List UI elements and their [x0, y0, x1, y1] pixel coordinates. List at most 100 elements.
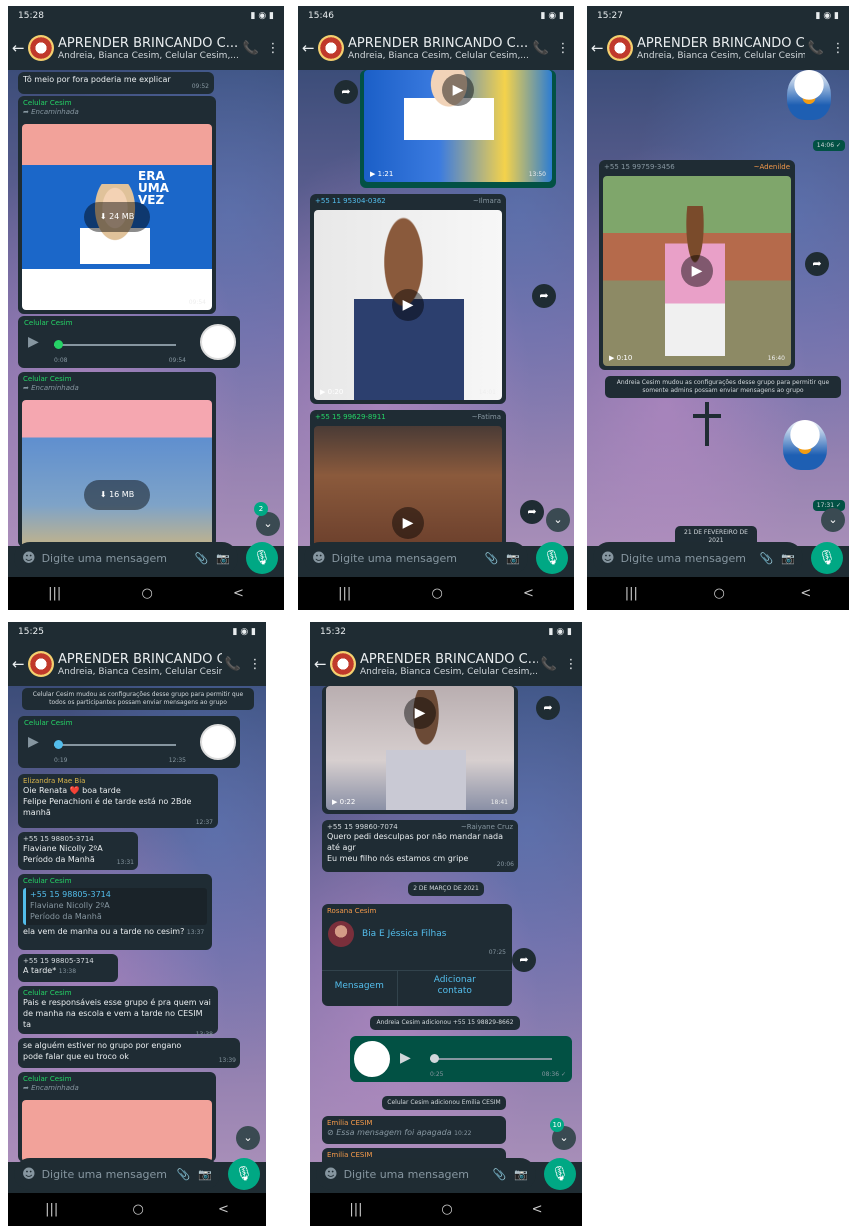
mic-button[interactable]: 🎙 [544, 1158, 576, 1190]
back-icon[interactable]: ← [12, 655, 26, 673]
forward-button[interactable]: ➦ [532, 284, 556, 308]
mic-button[interactable]: 🎙 [811, 542, 843, 574]
emoji-icon[interactable]: ☻ [324, 1167, 338, 1182]
attach-icon[interactable]: 📎 [195, 552, 209, 565]
recents-icon[interactable]: ||| [48, 586, 61, 601]
audio-message[interactable]: ▶ 0:25 08:36 ✓ [350, 1036, 572, 1082]
nav-back-icon[interactable]: < [800, 586, 811, 601]
add-call-icon[interactable]: 📞 [240, 41, 262, 56]
contact-row[interactable]: Bia E Jéssica Filhas [322, 919, 512, 949]
message-bubble[interactable]: +55 15 99860-7074 ~Raiyane Cruz Quero ped… [322, 820, 518, 872]
group-title-area[interactable]: APRENDER BRINCANDO C... Andreia, Bianca C… [58, 652, 222, 677]
camera-icon[interactable]: 📷 [514, 1168, 528, 1181]
video-thumbnail[interactable]: ▶ ▶ 1:21 13:50 [364, 70, 552, 182]
group-avatar[interactable] [607, 35, 633, 61]
attach-icon[interactable]: 📎 [485, 552, 499, 565]
video-message[interactable]: +55 15 99629-8911 ~Fatima ▶ [310, 410, 506, 546]
recents-icon[interactable]: ||| [45, 1202, 58, 1217]
forward-button[interactable]: ➦ [520, 500, 544, 524]
menu-icon[interactable]: ⋮ [827, 41, 849, 56]
video-thumbnail[interactable]: ▶ ▶ 0:20 14:01 [314, 210, 502, 400]
group-avatar[interactable] [318, 35, 344, 61]
camera-icon[interactable]: 📷 [198, 1168, 212, 1181]
play-icon[interactable]: ▶ [442, 74, 474, 106]
menu-icon[interactable]: ⋮ [552, 41, 574, 56]
audio-track[interactable] [54, 344, 176, 346]
audio-seek-dot[interactable] [430, 1054, 439, 1063]
video-message[interactable]: +55 15 99759-3456 ~Adenilde ▶ ▶ 0:10 16:40 [599, 160, 795, 370]
audio-message[interactable]: Celular Cesim ▶ 0:19 12:35 [18, 716, 240, 768]
group-title-area[interactable]: APRENDER BRINCANDO C... Andreia, Bianca C… [58, 36, 240, 61]
forward-button[interactable]: ➦ [512, 948, 536, 972]
video-message[interactable]: Celular Cesim ➦ Encaminhada ERA UMA VEZ … [18, 96, 216, 314]
camera-icon[interactable]: 📷 [216, 552, 230, 565]
video-thumbnail[interactable] [22, 1100, 212, 1162]
forward-button[interactable]: ➦ [334, 80, 358, 104]
group-avatar[interactable] [28, 651, 54, 677]
group-title-area[interactable]: APRENDER BRINCANDO C... Andreia, Bianca C… [360, 652, 538, 677]
chat-area[interactable]: Tô meio por fora poderia me explicar 09:5… [8, 70, 284, 546]
scroll-down-button[interactable]: ⌄ [546, 508, 570, 532]
add-call-icon[interactable]: 📞 [222, 657, 244, 672]
message-input[interactable]: ☻ Digite uma mensagem 📎 📷 [316, 1158, 536, 1190]
audio-track[interactable] [430, 1058, 552, 1060]
group-title-area[interactable]: APRENDER BRINCANDO C... Andreia, Bianca C… [348, 36, 530, 61]
home-icon[interactable]: ○ [431, 586, 442, 601]
message-bubble[interactable]: Tô meio por fora poderia me explicar 09:5… [18, 72, 214, 94]
emoji-icon[interactable]: ☻ [601, 551, 615, 566]
back-icon[interactable]: ← [302, 39, 316, 57]
message-bubble[interactable]: Elizandra Mae Bia Oie Renata ❤️ boa tard… [18, 774, 218, 828]
audio-seek-dot[interactable] [54, 740, 63, 749]
message-bubble[interactable]: Celular Cesim Pais e responsáveis esse g… [18, 986, 218, 1038]
audio-track[interactable] [54, 744, 176, 746]
video-thumbnail[interactable]: ERA UMA VEZ ⬇ 24 MB ▶ 2:20 09:54 [22, 124, 212, 310]
camera-icon[interactable]: 📷 [506, 552, 520, 565]
download-button[interactable]: ⬇ 16 MB [84, 480, 150, 510]
play-icon[interactable]: ▶ [400, 1050, 411, 1066]
back-icon[interactable]: ← [12, 39, 26, 57]
audio-message[interactable]: Celular Cesim ▶ 0:08 09:54 [18, 316, 240, 368]
home-icon[interactable]: ○ [132, 1202, 143, 1217]
emoji-icon[interactable]: ☻ [312, 551, 326, 566]
add-contact-button[interactable]: Adicionar contato [398, 971, 513, 1006]
mic-button[interactable]: 🎙 [536, 542, 568, 574]
menu-icon[interactable]: ⋮ [560, 657, 582, 672]
back-icon[interactable]: ← [314, 655, 328, 673]
emoji-icon[interactable]: ☻ [22, 1167, 36, 1182]
play-icon[interactable]: ▶ [392, 506, 424, 539]
attach-icon[interactable]: 📎 [760, 552, 774, 565]
group-title-area[interactable]: APRENDER BRINCANDO C... Andreia, Bianca C… [637, 36, 805, 61]
video-thumbnail[interactable]: ⬇ 16 MB [22, 400, 212, 546]
message-input[interactable]: ☻ Digite uma mensagem 📎 📷 [14, 1158, 220, 1190]
recents-icon[interactable]: ||| [338, 586, 351, 601]
attach-icon[interactable]: 📎 [177, 1168, 191, 1181]
play-icon[interactable]: ▶ [681, 255, 713, 287]
video-message[interactable]: Celular Cesim ➦ Encaminhada ⬇ 16 MB [18, 372, 216, 546]
video-message[interactable]: Celular Cesim ➦ Encaminhada [18, 1072, 216, 1162]
video-message[interactable]: ▶ ▶ 0:22 18:41 [322, 686, 518, 814]
forward-button[interactable]: ➦ [805, 252, 829, 276]
video-message[interactable]: ▶ ▶ 1:21 13:50 [360, 70, 556, 188]
play-icon[interactable]: ▶ [28, 734, 39, 750]
attach-icon[interactable]: 📎 [493, 1168, 507, 1181]
message-input[interactable]: ☻ Digite uma mensagem 📎 📷 [593, 542, 803, 574]
video-thumbnail[interactable]: ▶ ▶ 0:10 16:40 [603, 176, 791, 366]
nav-back-icon[interactable]: < [532, 1202, 543, 1217]
message-bubble[interactable]: +55 15 98805-3714 A tarde* 13:38 [18, 954, 118, 982]
recents-icon[interactable]: ||| [625, 586, 638, 601]
chat-area[interactable]: Celular Cesim mudou as configurações des… [8, 686, 266, 1162]
video-message[interactable]: +55 11 95304-0362 ~Ilmara ▶ ▶ 0:20 14:01 [310, 194, 506, 404]
add-call-icon[interactable]: 📞 [805, 41, 827, 56]
play-icon[interactable]: ▶ [392, 289, 424, 321]
chat-area[interactable]: ▶ ▶ 1:21 13:50 ➦ +55 11 95304-0362 ~Ilmara… [298, 70, 574, 546]
send-message-button[interactable]: Mensagem [322, 971, 398, 1006]
emoji-icon[interactable]: ☻ [22, 551, 36, 566]
video-thumbnail[interactable]: ▶ [314, 426, 502, 546]
group-avatar[interactable] [330, 651, 356, 677]
forward-button[interactable]: ➦ [536, 696, 560, 720]
menu-icon[interactable]: ⋮ [244, 657, 266, 672]
message-bubble[interactable]: se alguém estiver no grupo por engano po… [18, 1038, 240, 1068]
recents-icon[interactable]: ||| [349, 1202, 362, 1217]
camera-icon[interactable]: 📷 [781, 552, 795, 565]
chat-area[interactable]: ▶ ▶ 0:22 18:41 ➦ +55 15 99860-7074 ~Raiyan… [310, 686, 582, 1162]
